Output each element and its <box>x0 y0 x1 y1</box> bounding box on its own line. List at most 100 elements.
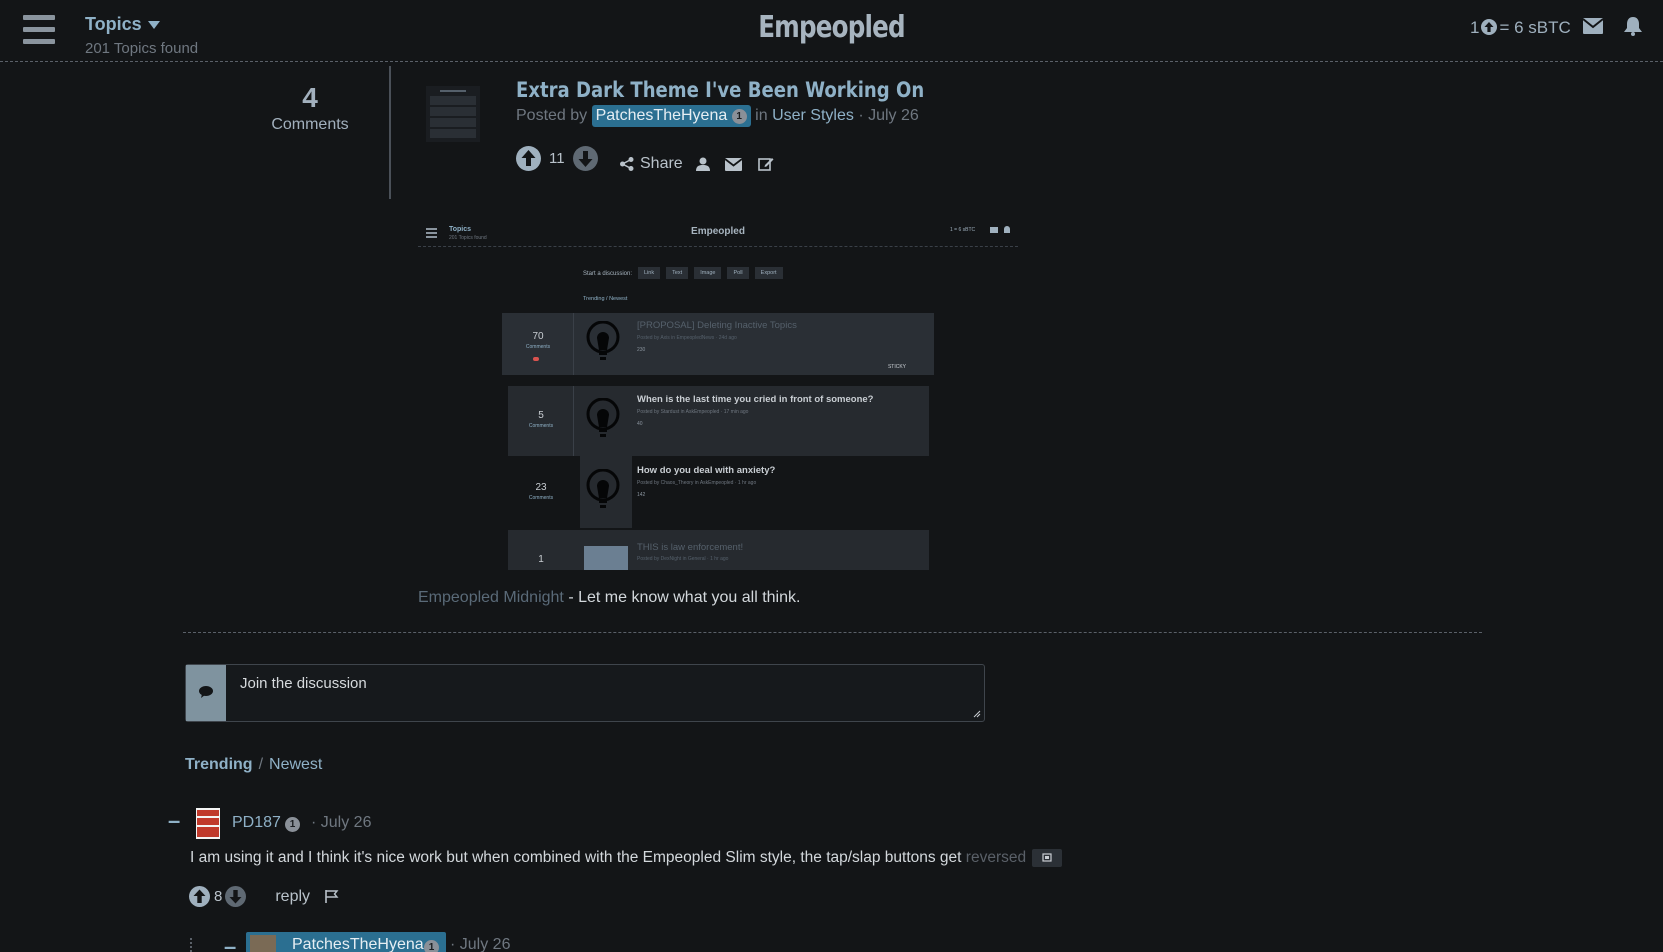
preview-start-label: Start a discussion: <box>583 271 633 277</box>
downvote-icon[interactable] <box>572 146 598 171</box>
preview-item-label: Comments <box>528 423 554 429</box>
preview-item-title: THIS is law enforcement! <box>637 542 744 553</box>
preview-item-thumbnail <box>584 546 628 570</box>
preview-list-item: 1 THIS is law enforcement! Posted by Dex… <box>508 530 929 570</box>
upvote-icon[interactable] <box>516 146 541 171</box>
share-icon <box>620 157 634 171</box>
topics-dropdown[interactable]: Topics <box>85 14 160 35</box>
in-label: in <box>755 107 768 124</box>
post-date: · July 26 <box>858 107 919 124</box>
comment-vote-row: 8 reply <box>189 886 339 907</box>
mail-icon[interactable] <box>1583 18 1603 34</box>
site-title[interactable]: Empeopled <box>150 10 1514 45</box>
user-icon[interactable] <box>696 157 710 171</box>
posted-by-label: Posted by <box>516 107 588 124</box>
divider <box>389 66 391 199</box>
comment-username: PatchesTheHyena <box>292 936 424 952</box>
upvote-coin-icon <box>1481 19 1498 35</box>
preview-item-votes: 40 <box>637 421 643 427</box>
preview-header-divider <box>418 246 1018 247</box>
preview-list-item: 70 Comments [PROPOSAL] Deleting Inactive… <box>502 313 934 375</box>
preview-sticky-label: STICKY <box>887 364 906 370</box>
sort-separator: / <box>258 756 264 773</box>
collapse-button[interactable]: – <box>224 934 236 952</box>
preview-item-title: How do you deal with anxiety? <box>637 465 776 476</box>
image-embed-icon[interactable] <box>1032 849 1063 867</box>
preview-item-meta: Posted by Stardust in AskEmpeopled · 17 … <box>637 409 749 415</box>
comment-level-badge: 1 <box>285 817 300 832</box>
preview-item-count: 70 <box>532 331 544 342</box>
preview-item-label: Comments <box>525 344 551 350</box>
post-thumbnail[interactable] <box>426 86 480 142</box>
preview-bulb-icon <box>586 321 620 365</box>
exchange-rate: 1 = 6 sBTC <box>1470 18 1571 38</box>
preview-bulb-icon <box>586 398 620 442</box>
downvote-icon[interactable] <box>225 886 247 907</box>
preview-button: Poll <box>727 267 749 279</box>
preview-button: Text <box>666 267 689 279</box>
comment-sort: Trending / Newest <box>185 756 322 774</box>
post-caption: Empeopled Midnight - Let me know what yo… <box>418 589 800 607</box>
post-meta: Posted by PatchesTheHyena 1 in User Styl… <box>516 105 919 127</box>
author-level-badge: 1 <box>731 109 747 124</box>
edit-icon[interactable] <box>758 156 774 172</box>
preview-list-item: 23 Comments How do you deal with anxiety… <box>508 456 929 528</box>
category-link[interactable]: User Styles <box>772 107 854 124</box>
avatar[interactable] <box>196 808 220 839</box>
comment-date: · July 26 <box>311 814 372 831</box>
upvote-icon[interactable] <box>189 886 210 907</box>
preview-item-meta: Posted by DexNight in General · 1 hr ago <box>637 556 729 562</box>
preview-item-votes: 230 <box>637 347 646 353</box>
caption-text: - Let me know what you all think. <box>563 589 801 606</box>
post-image-preview[interactable]: Topics 201 Topics found Empeopled 1 = 6 … <box>418 222 1018 570</box>
comment-count-label: Comments <box>271 116 349 133</box>
comment-composer[interactable] <box>185 664 985 722</box>
section-divider <box>183 632 1482 633</box>
sort-trending-tab[interactable]: Trending <box>185 756 253 773</box>
preview-item-title: [PROPOSAL] Deleting Inactive Topics <box>637 320 797 331</box>
preview-start-buttons: Link Text Image Poll Export <box>638 267 783 279</box>
speech-bubble-icon <box>199 686 213 698</box>
preview-button: Image <box>694 267 722 279</box>
post-title[interactable]: Extra Dark Theme I've Been Working On <box>516 78 924 102</box>
post-comment-count[interactable]: 4 Comments <box>245 82 375 134</box>
preview-item-count: 1 <box>538 554 544 565</box>
rate-suffix: = 6 sBTC <box>1499 18 1571 37</box>
preview-item-meta: Posted by Chaos_Theory in AskEmpeopled ·… <box>637 480 757 486</box>
preview-list-item: 5 Comments When is the last time you cri… <box>508 386 929 456</box>
composer-side <box>186 665 226 721</box>
highlighted-author-chip[interactable]: PatchesTheHyena 1 <box>246 932 446 952</box>
thread-line <box>190 938 192 952</box>
preview-button: Link <box>638 267 661 279</box>
rate-prefix: 1 <box>1470 18 1480 37</box>
sort-newest-tab[interactable]: Newest <box>269 756 322 773</box>
author-chip[interactable]: PatchesTheHyena 1 <box>591 105 751 127</box>
collapse-button[interactable]: – <box>168 808 180 834</box>
comment-date: · July 26 <box>450 936 511 952</box>
comment-vote-count: 8 <box>214 888 223 905</box>
preview-bell-icon <box>1004 226 1010 233</box>
topics-dropdown-label: Topics <box>85 14 142 34</box>
top-bar: Topics 201 Topics found Empeopled 1 = 6 s… <box>0 0 1663 62</box>
reply-button[interactable]: reply <box>275 888 310 906</box>
preview-item-title: When is the last time you cried in front… <box>637 394 874 405</box>
message-icon[interactable] <box>725 158 742 171</box>
preview-item-votes: 142 <box>637 492 646 498</box>
resize-handle-icon[interactable] <box>973 710 981 718</box>
bell-icon[interactable] <box>1624 17 1642 36</box>
comment-body-dim: reversed <box>965 849 1027 867</box>
comment-text: I am using it and I think it's nice work… <box>190 849 1063 867</box>
comment-input[interactable] <box>240 675 940 692</box>
comment-level-badge: 1 <box>424 940 439 952</box>
caption-link[interactable]: Empeopled Midnight <box>418 589 564 606</box>
author-name: PatchesTheHyena <box>595 107 728 124</box>
post-vote-row: 11 <box>516 146 598 171</box>
post-vote-count: 11 <box>549 150 565 167</box>
share-button[interactable]: Share <box>620 155 683 173</box>
preview-item-count: 23 <box>535 482 547 493</box>
flag-icon[interactable] <box>324 889 339 904</box>
preview-item-count: 5 <box>538 410 544 421</box>
menu-icon[interactable] <box>23 15 55 44</box>
comment-username[interactable]: PD187 <box>232 814 281 832</box>
preview-site-title: Empeopled <box>691 226 745 237</box>
